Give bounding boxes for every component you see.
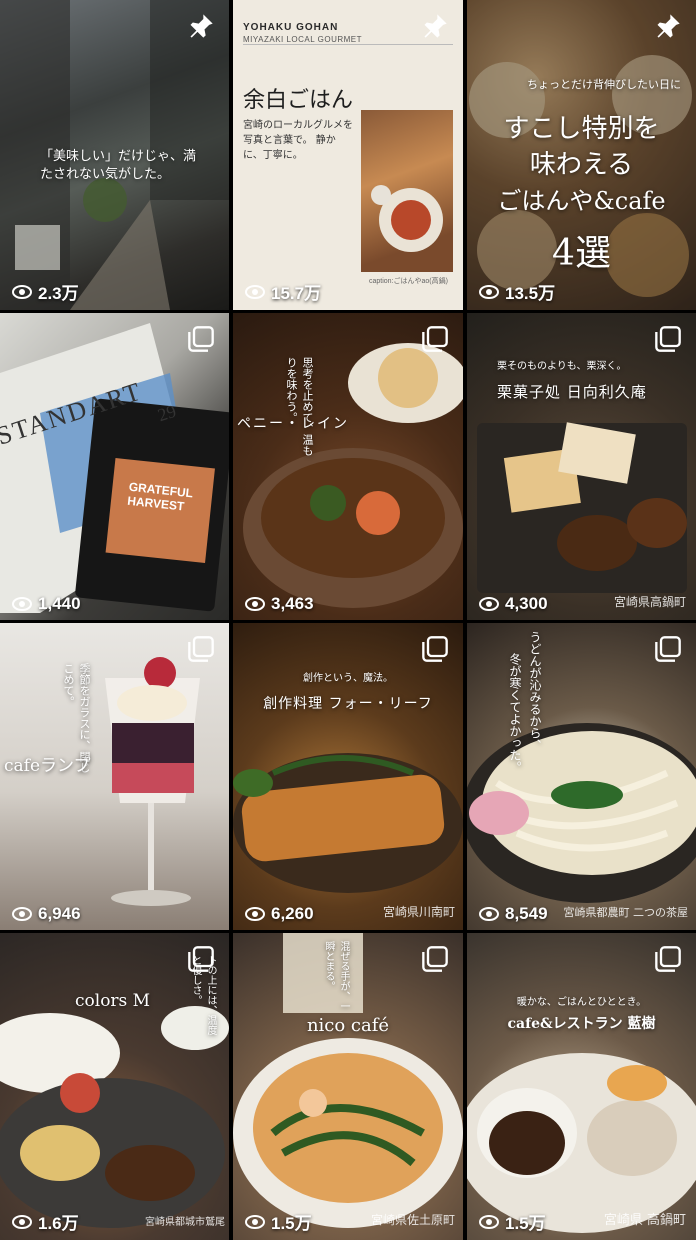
shop-name: colors M <box>75 991 151 1011</box>
view-count-text: 1,440 <box>38 594 81 613</box>
tile-image <box>233 313 463 620</box>
grid-tile[interactable]: 思考を止めて、温もりを味わう。 ペニー・レイン 3,463 <box>233 313 463 620</box>
location-label: 宮崎県都城市鷲尾 <box>145 1217 225 1228</box>
eye-icon <box>245 1214 265 1229</box>
eye-icon <box>245 597 265 611</box>
tile-vertical-text: 混ぜる手が、一瞬とまる。 <box>323 941 349 1011</box>
divider <box>243 44 453 45</box>
food-photo <box>361 110 453 272</box>
multi-photo-icon <box>655 636 681 662</box>
location-label: 宮崎県高鍋町 <box>613 595 686 609</box>
eye-icon <box>245 284 265 299</box>
view-count: 1.5万 <box>245 1209 312 1234</box>
view-count: 1.5万 <box>479 1209 546 1234</box>
view-count: 8,549 <box>479 904 548 924</box>
eye-icon <box>12 907 32 921</box>
location-label: 宮崎県 高鍋町 <box>603 1213 686 1228</box>
tile-subcaption: ちょっとだけ背伸びしたい日に <box>527 78 681 91</box>
multi-photo-icon <box>422 946 448 972</box>
grid-tile[interactable]: YOHAKU GOHAN MIYAZAKI LOCAL GOURMET 余白ごは… <box>233 0 463 310</box>
grid-tile[interactable]: ちょっとだけ背伸びしたい日に すこし特別を 味わえる ごはんや&cafe 4選 … <box>467 0 696 310</box>
tile-image <box>467 623 696 930</box>
view-count-text: 6,946 <box>38 904 81 923</box>
tile-subcaption: 栗そのものよりも、栗深く。 <box>497 361 627 372</box>
multi-photo-icon <box>422 636 448 662</box>
view-count: 3,463 <box>245 594 314 614</box>
reels-grid: 「美味しい」だけじゃ、満たされない気がした。 2.3万 YOHAKU GOHAN… <box>0 0 696 1240</box>
multi-photo-icon <box>655 326 681 352</box>
location-label: 宮崎県都農町 二つの茶屋 <box>563 906 689 919</box>
tile-vertical-text-2: 冬が寒くてよかった。 <box>508 653 522 773</box>
tile-description: 宮崎のローカルグルメを 写真と言葉で。 静かに、丁寧に。 <box>243 120 353 161</box>
shop-name: cafeランプ <box>4 756 91 776</box>
grid-tile[interactable]: STANDART 29 GRATEFUL HARVEST 1,440 <box>0 313 229 620</box>
eye-icon <box>479 284 499 299</box>
view-count: 2.3万 <box>12 279 79 304</box>
shop-name: ペニー・レイン <box>237 416 349 432</box>
tile-subcaption: 暖かな、ごはんとひととき。 <box>516 997 647 1008</box>
pin-icon <box>190 14 213 38</box>
view-count-text: 4,300 <box>505 594 548 613</box>
tile-image <box>0 313 229 620</box>
shop-name: 栗菓子処 日向利久庵 <box>497 383 647 401</box>
brand-label: YOHAKU GOHAN <box>243 22 339 33</box>
shop-name: cafe&レストラン 藍樹 <box>507 1016 656 1032</box>
tile-headline-2: 味わえる <box>529 150 634 180</box>
grid-tile[interactable]: うどんが沁みるから、 冬が寒くてよかった。 宮崎県都農町 二つの茶屋 8,549 <box>467 623 696 930</box>
eye-icon <box>12 1214 32 1229</box>
view-count: 4,300 <box>479 594 548 614</box>
view-count: 1.6万 <box>12 1209 79 1234</box>
view-count: 6,946 <box>12 904 81 924</box>
view-count-text: 1.5万 <box>505 1214 546 1233</box>
grid-tile[interactable]: 「美味しい」だけじゃ、満たされない気がした。 2.3万 <box>0 0 229 310</box>
view-count: 13.5万 <box>479 279 555 304</box>
pin-icon <box>424 14 447 38</box>
view-count-text: 8,549 <box>505 904 548 923</box>
tile-image <box>467 933 696 1240</box>
multi-photo-icon <box>188 326 214 352</box>
tile-vertical-text: 思考を止めて、温もりを味わう。 <box>285 357 314 456</box>
view-count-text: 13.5万 <box>505 284 556 303</box>
view-count-text: 1.6万 <box>38 1214 79 1233</box>
tile-vertical-text-1: うどんが沁みるから、 <box>528 631 542 751</box>
tile-title: 余白ごはん <box>243 88 354 113</box>
tile-headline-1: すこし特別を <box>503 114 660 144</box>
eye-icon <box>12 597 32 611</box>
tile-headline-4: 4選 <box>552 233 611 274</box>
tile-headline-3: ごはんや&cafe <box>497 187 666 215</box>
shop-name: nico café <box>306 1015 390 1036</box>
tile-caption: 「美味しい」だけじゃ、満たされない気がした。 <box>40 149 197 182</box>
location-label: 宮崎県川南町 <box>382 905 455 919</box>
view-count: 6,260 <box>245 904 314 924</box>
eye-icon <box>245 907 265 921</box>
view-count: 1,440 <box>12 594 81 614</box>
multi-photo-icon <box>422 326 448 352</box>
photo-caption: caption:ごはんやao(高鍋) <box>369 278 448 285</box>
grid-tile[interactable]: 暖かな、ごはんとひととき。 cafe&レストラン 藍樹 宮崎県 高鍋町 1.5万 <box>467 933 696 1240</box>
location-label: 宮崎県佐土原町 <box>370 1213 455 1227</box>
grid-tile[interactable]: 季節をガラスに、閉じこめて。 cafeランプ 6,946 <box>0 623 229 930</box>
grid-tile[interactable]: 創作という、魔法。 創作料理 フォー・リーフ 宮崎県川南町 6,260 <box>233 623 463 930</box>
view-count: 15.7万 <box>245 279 321 304</box>
tile-image <box>0 623 229 930</box>
view-count-text: 3,463 <box>271 594 314 613</box>
multi-photo-icon <box>188 946 214 972</box>
brand-sublabel: MIYAZAKI LOCAL GOURMET <box>243 35 363 44</box>
grid-tile[interactable]: 混ぜる手が、一瞬とまる。 nico café 宮崎県佐土原町 1.5万 <box>233 933 463 1240</box>
multi-photo-icon <box>188 636 214 662</box>
view-count-text: 1.5万 <box>271 1214 312 1233</box>
eye-icon <box>12 284 32 299</box>
grid-tile[interactable]: colors M トの上には、温度と優しさ。 宮崎県都城市鷲尾 1.6万 <box>0 933 229 1240</box>
view-count-text: 6,260 <box>271 904 314 923</box>
view-count-text: 15.7万 <box>271 284 322 303</box>
shop-name: 創作料理 フォー・リーフ <box>263 696 433 712</box>
eye-icon <box>479 1214 499 1229</box>
tile-subcaption: 創作という、魔法。 <box>303 673 393 684</box>
eye-icon <box>479 907 499 921</box>
grid-tile[interactable]: 栗そのものよりも、栗深く。 栗菓子処 日向利久庵 宮崎県高鍋町 4,300 <box>467 313 696 620</box>
view-count-text: 2.3万 <box>38 284 79 303</box>
multi-photo-icon <box>655 946 681 972</box>
pin-icon <box>657 14 680 38</box>
eye-icon <box>479 597 499 611</box>
